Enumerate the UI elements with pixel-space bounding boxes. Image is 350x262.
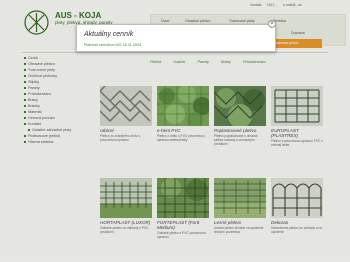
price-list-modal: Aktuálny cenník Platnosť cenníkov MO 15.… (76, 24, 276, 52)
modal-title: Aktuálny cenník (84, 31, 134, 38)
price-list-link[interactable]: Platnosť cenníkov MO 15.11.2024 (84, 43, 141, 47)
close-icon[interactable]: × (268, 20, 276, 28)
